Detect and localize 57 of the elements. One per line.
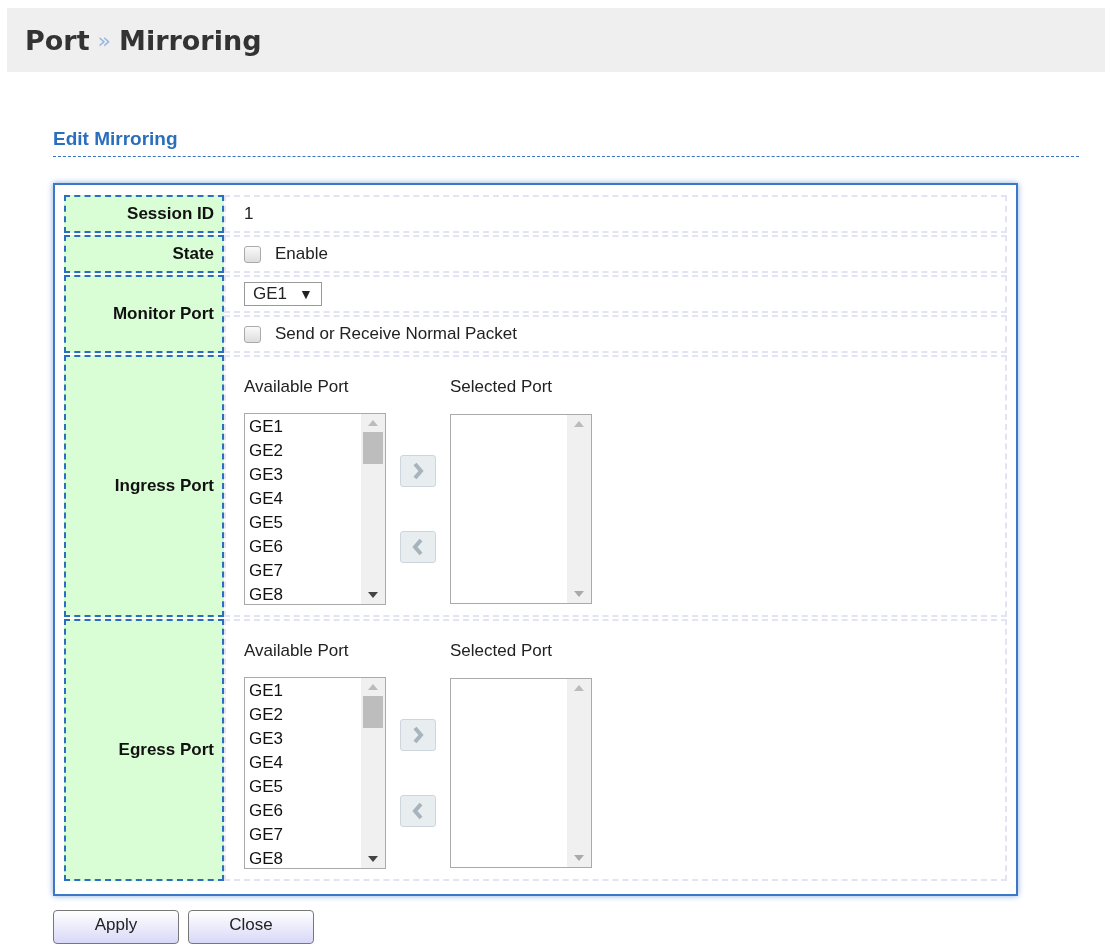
breadcrumb-separator: »	[97, 27, 112, 53]
selected-port-list[interactable]	[450, 414, 592, 604]
port-option[interactable]: GE7	[249, 559, 357, 583]
port-option[interactable]: GE8	[249, 847, 357, 871]
scrollbar[interactable]	[567, 679, 591, 867]
scrollbar[interactable]	[361, 678, 385, 868]
port-option[interactable]: GE5	[249, 511, 357, 535]
scroll-up-icon[interactable]	[368, 420, 378, 426]
checkbox-label: Enable	[275, 244, 328, 264]
field-label: Monitor Port	[112, 304, 214, 324]
action-button[interactable]: Close	[188, 910, 314, 944]
scroll-thumb[interactable]	[363, 432, 383, 464]
remove-button[interactable]	[400, 531, 436, 563]
breadcrumb-parent[interactable]: Port	[25, 24, 90, 56]
port-option[interactable]: GE5	[249, 775, 357, 799]
page-title: Mirroring	[119, 24, 262, 56]
port-option[interactable]: GE2	[249, 439, 357, 463]
scroll-up-icon[interactable]	[368, 684, 378, 690]
list-label: Selected Port	[450, 377, 554, 397]
list-label: Available Port	[244, 377, 350, 397]
remove-button[interactable]	[400, 795, 436, 827]
port-option[interactable]: GE3	[249, 727, 357, 751]
scrollbar[interactable]	[567, 415, 591, 603]
section-title: Edit Mirroring	[53, 128, 178, 149]
available-port-list[interactable]: GE1 GE2 GE3 GE4 GE5 GE6 GE7 GE8	[244, 677, 386, 869]
field-label: Session ID	[127, 204, 214, 224]
scroll-up-icon[interactable]	[574, 685, 584, 691]
port-option[interactable]: GE8	[249, 583, 357, 607]
selected-port-list[interactable]	[450, 678, 592, 868]
action-button[interactable]: Apply	[53, 910, 179, 944]
session-id-value: 1	[244, 204, 254, 224]
port-option[interactable]: GE6	[249, 535, 357, 559]
field-label: Egress Port	[118, 740, 214, 760]
scroll-up-icon[interactable]	[574, 421, 584, 427]
checkbox-label: Send or Receive Normal Packet	[275, 324, 517, 344]
checkbox[interactable]	[244, 245, 261, 263]
scroll-down-icon[interactable]	[368, 856, 378, 862]
port-dropdown[interactable]: GE1 ▼	[244, 282, 322, 306]
scrollbar[interactable]	[361, 414, 385, 604]
port-option[interactable]: GE4	[249, 487, 357, 511]
field-label: State	[172, 244, 214, 264]
port-option[interactable]: GE6	[249, 799, 357, 823]
scroll-thumb[interactable]	[363, 696, 383, 728]
list-label: Selected Port	[450, 641, 554, 661]
field-label: Ingress Port	[114, 476, 214, 496]
port-option[interactable]: GE1	[249, 415, 357, 439]
port-option[interactable]: GE7	[249, 823, 357, 847]
scroll-down-icon[interactable]	[368, 592, 378, 598]
add-button[interactable]	[400, 719, 436, 751]
port-option[interactable]: GE2	[249, 703, 357, 727]
add-button[interactable]	[400, 455, 436, 487]
list-label: Available Port	[244, 641, 350, 661]
port-option[interactable]: GE1	[249, 679, 357, 703]
port-option[interactable]: GE3	[249, 463, 357, 487]
available-port-list[interactable]: GE1 GE2 GE3 GE4 GE5 GE6 GE7 GE8	[244, 413, 386, 605]
checkbox[interactable]	[244, 325, 261, 343]
port-option[interactable]: GE4	[249, 751, 357, 775]
